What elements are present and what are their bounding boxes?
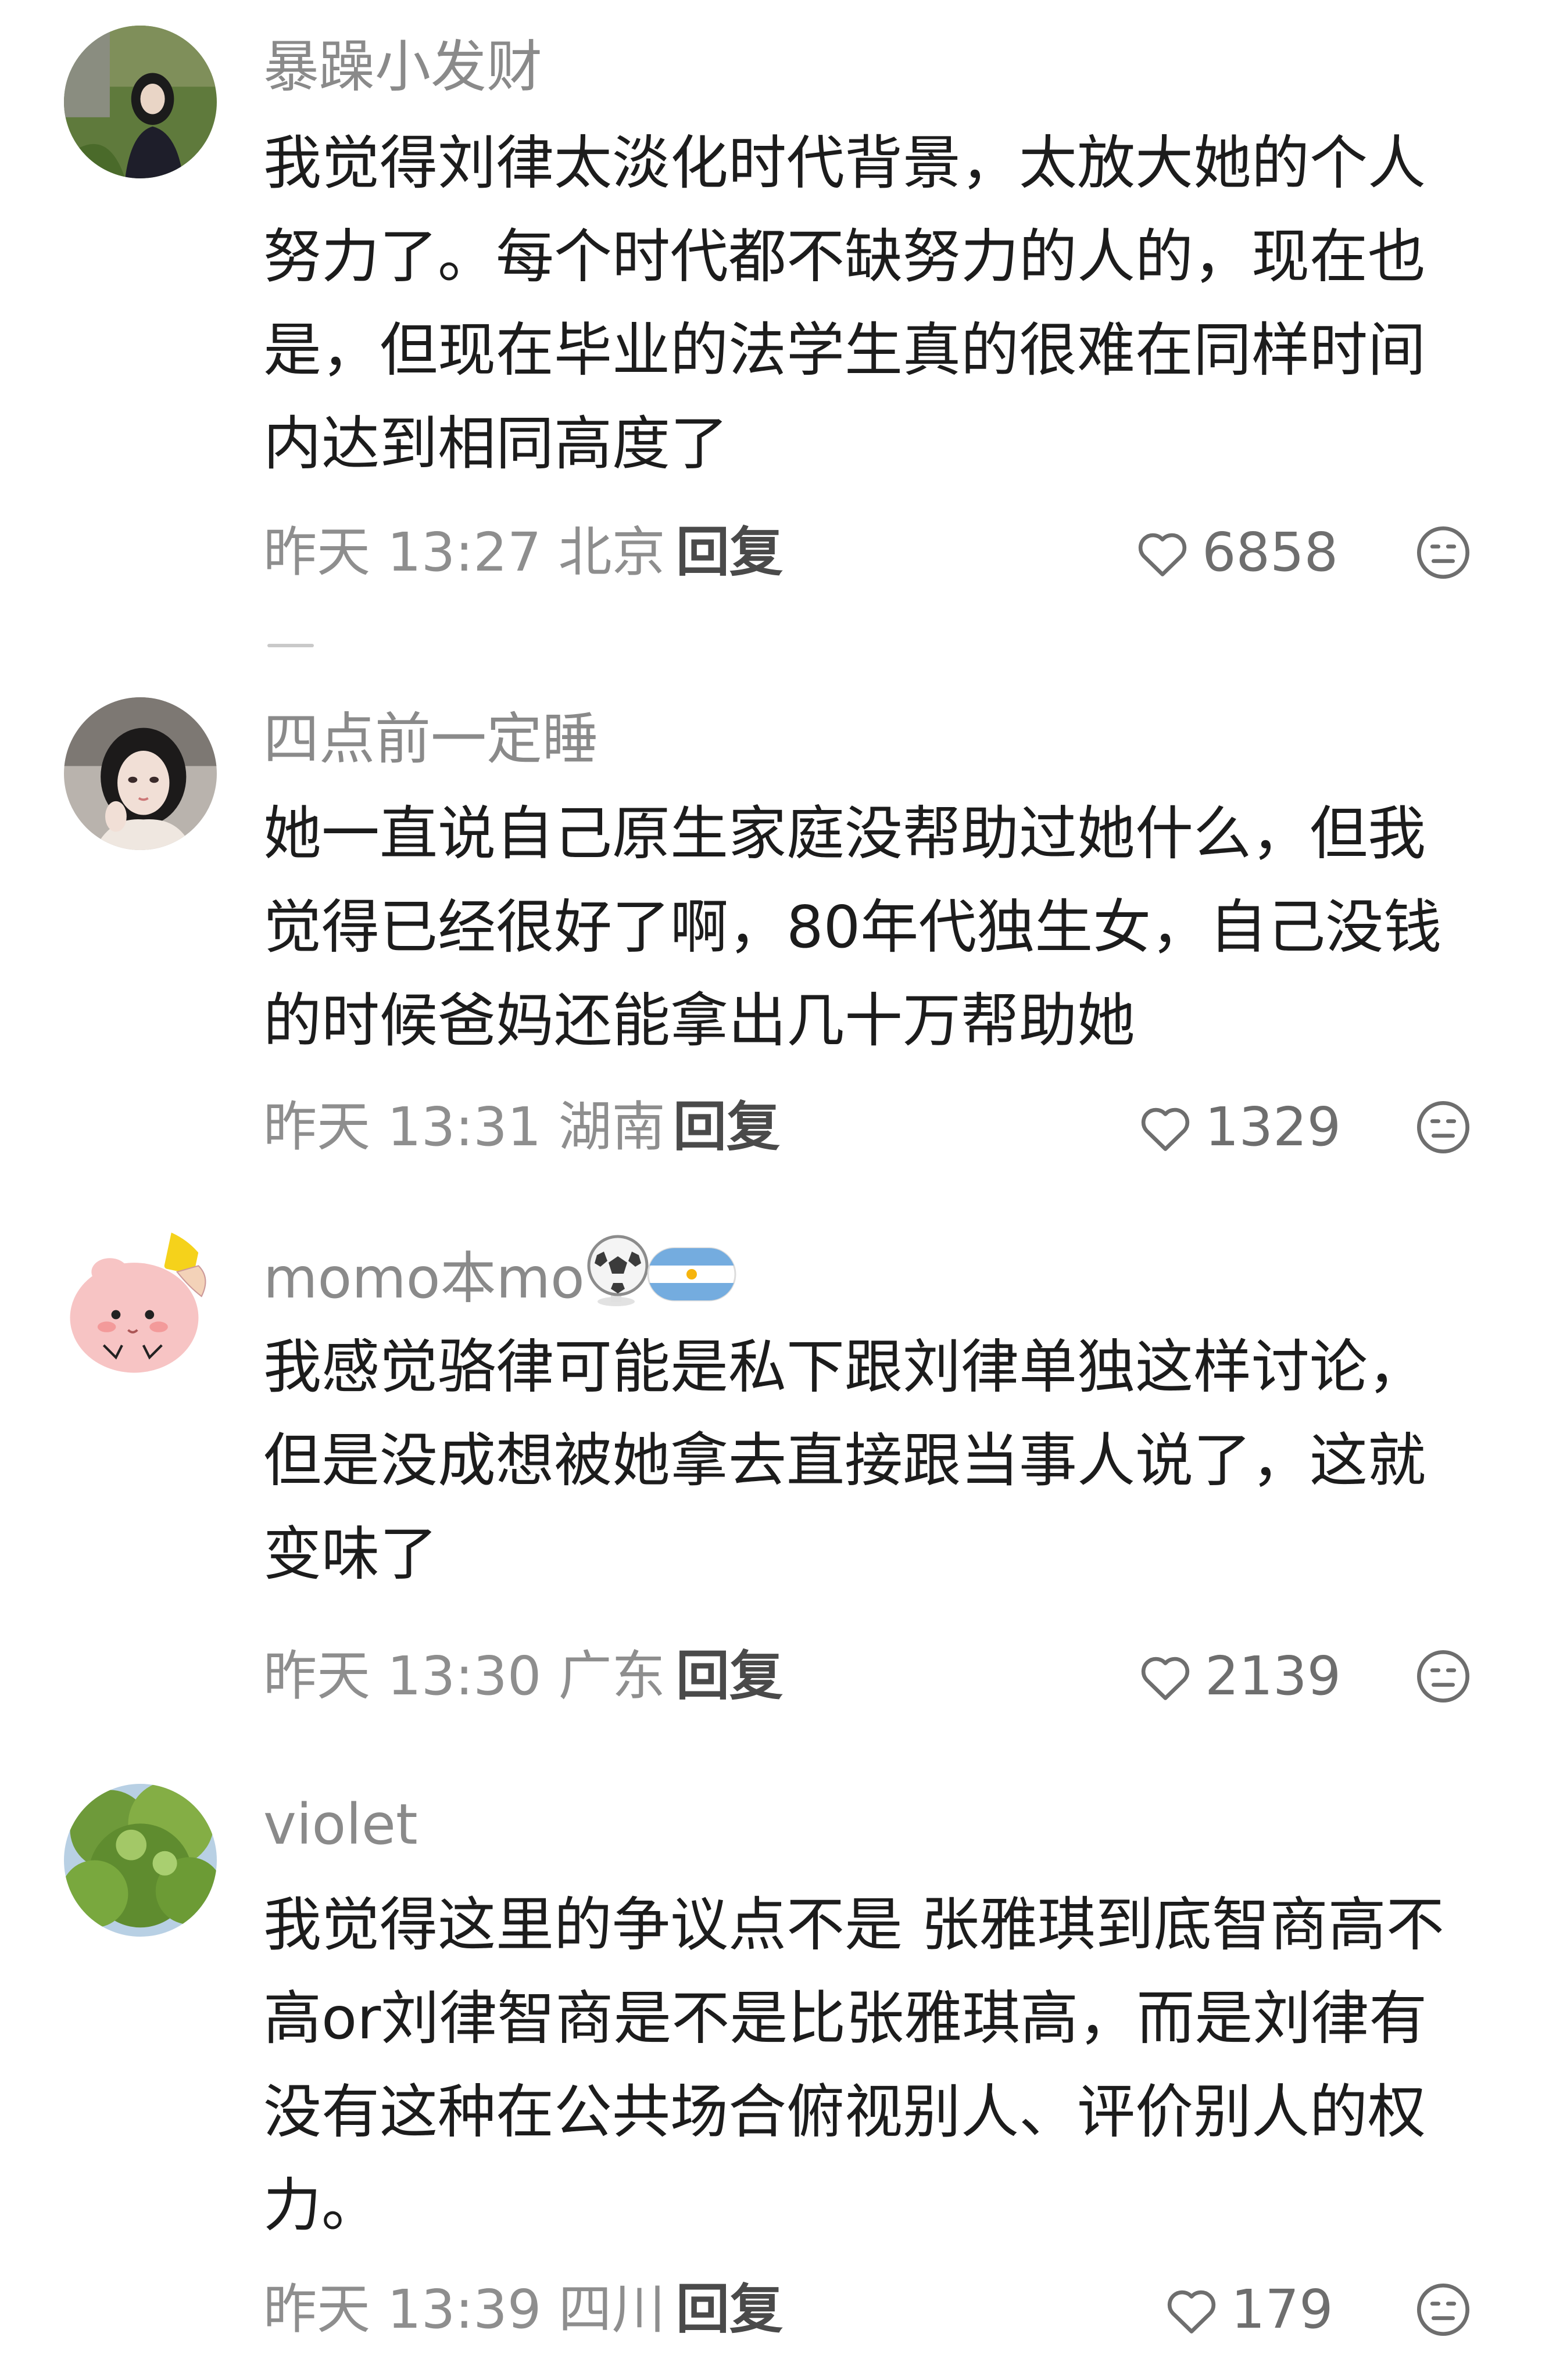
username[interactable]: 四点前一定睡 bbox=[263, 704, 598, 774]
like-count: 179 bbox=[1231, 2278, 1333, 2340]
heart-outline-icon bbox=[1138, 533, 1187, 576]
avatar[interactable] bbox=[64, 1784, 217, 1937]
comment-item: violet 我觉得这里的争议点不是 张雅琪到底智商高不高or刘律智商是不是比张… bbox=[0, 1743, 1549, 2380]
reply-button[interactable]: 回复 bbox=[676, 2272, 783, 2347]
username[interactable]: momo本mo bbox=[263, 1243, 585, 1313]
comment-text: 我感觉骆律可能是私下跟刘律单独这样讨论，但是没成想被她拿去直接跟当事人说了，这就… bbox=[263, 1333, 1426, 1588]
comment-item: 暴躁小发财 我觉得刘律太淡化时代背景，太放大她的个人努力了。每个时代都不缺努力的… bbox=[0, 0, 1549, 633]
like-count: 6858 bbox=[1202, 521, 1339, 583]
like-button[interactable]: 1329 bbox=[1135, 1089, 1341, 1165]
reply-button[interactable]: 回复 bbox=[673, 1089, 780, 1165]
badge-group bbox=[584, 1226, 738, 1313]
argentina-flag-icon bbox=[647, 1247, 736, 1302]
username[interactable]: 暴躁小发财 bbox=[263, 32, 542, 102]
avatar[interactable] bbox=[64, 26, 217, 178]
like-count: 2139 bbox=[1205, 1645, 1341, 1707]
heart-outline-icon bbox=[1167, 2290, 1216, 2334]
heart-outline-icon bbox=[1141, 1657, 1190, 1700]
reply-button[interactable]: 回复 bbox=[676, 1639, 783, 1714]
reply-button[interactable]: 回复 bbox=[676, 515, 783, 590]
neutral-face-icon[interactable] bbox=[1414, 1098, 1472, 1156]
avatar[interactable] bbox=[64, 697, 217, 850]
like-button[interactable]: 2139 bbox=[1135, 1639, 1341, 1714]
comment-meta: 昨天 13:39 四川 回复 179 bbox=[263, 2272, 1472, 2347]
comment-meta: 昨天 13:27 北京 回复 6858 bbox=[263, 515, 1472, 590]
like-button[interactable]: 6858 bbox=[1132, 515, 1338, 590]
timestamp-location: 昨天 13:27 北京 bbox=[263, 521, 666, 583]
neutral-face-icon[interactable] bbox=[1414, 1647, 1472, 1705]
comment-text: 她一直说自己原生家庭没帮助过她什么，但我觉得已经很好了啊，80年代独生女，自己没… bbox=[263, 800, 1442, 1055]
timestamp-location: 昨天 13:39 四川 bbox=[263, 2278, 666, 2340]
like-count: 1329 bbox=[1205, 1096, 1341, 1158]
comment-meta: 昨天 13:31 湖南 回复 1329 bbox=[263, 1089, 1472, 1165]
comment-text: 我觉得刘律太淡化时代背景，太放大她的个人努力了。每个时代都不缺努力的人的，现在也… bbox=[263, 129, 1426, 478]
comment-meta: 昨天 13:30 广东 回复 2139 bbox=[263, 1639, 1472, 1714]
neutral-face-icon[interactable] bbox=[1414, 524, 1472, 582]
comment-item: momo本mo 我感觉骆律可能是私下跟刘律单独这样讨论，但是没成想被她拿去直接跟… bbox=[0, 1197, 1549, 1743]
username[interactable]: violet bbox=[263, 1790, 418, 1859]
comment-item: 四点前一定睡 她一直说自己原生家庭没帮助过她什么，但我觉得已经很好了啊，80年代… bbox=[0, 639, 1549, 1197]
avatar[interactable] bbox=[64, 1226, 217, 1379]
like-button[interactable]: 179 bbox=[1161, 2272, 1333, 2347]
timestamp-location: 昨天 13:30 广东 bbox=[263, 1645, 666, 1707]
timestamp-location: 昨天 13:31 湖南 bbox=[263, 1096, 666, 1158]
heart-outline-icon bbox=[1141, 1107, 1190, 1151]
neutral-face-icon[interactable] bbox=[1414, 2281, 1472, 2339]
comment-text: 我觉得这里的争议点不是 张雅琪到底智商高不高or刘律智商是不是比张雅琪高，而是刘… bbox=[263, 1891, 1444, 2239]
